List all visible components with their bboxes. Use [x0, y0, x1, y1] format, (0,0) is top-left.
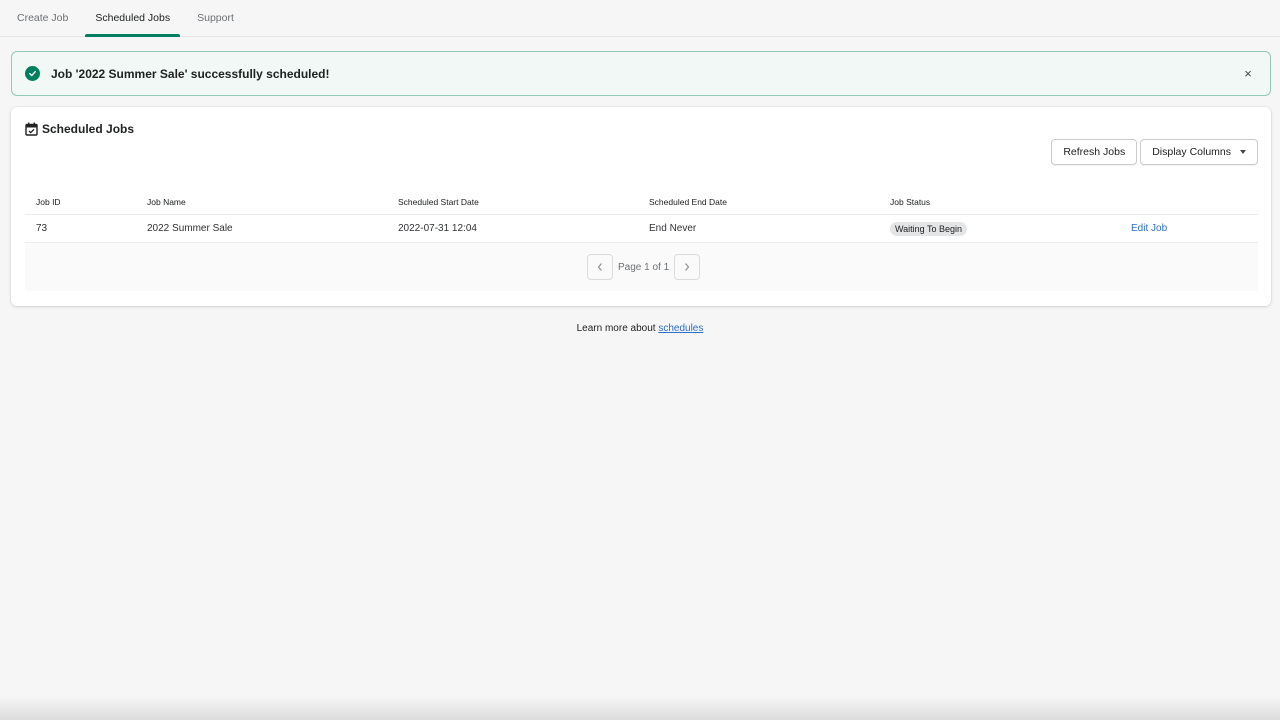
column-header-end-date: Scheduled End Date: [649, 196, 727, 207]
footer-help: Learn more about schedules: [0, 323, 1280, 334]
chevron-left-icon: [597, 263, 602, 271]
close-icon[interactable]: ×: [1240, 65, 1256, 81]
display-columns-button[interactable]: Display Columns: [1140, 139, 1258, 165]
refresh-jobs-button[interactable]: Refresh Jobs: [1051, 139, 1138, 165]
pagination: Page 1 of 1: [587, 254, 701, 280]
table-row: 73 2022 Summer Sale 2022-07-31 12:04 End…: [25, 215, 1258, 243]
cell-end-date: End Never: [649, 223, 697, 234]
card-title-text: Scheduled Jobs: [42, 122, 135, 136]
banner-message: Job '2022 Summer Sale' successfully sche…: [51, 66, 330, 81]
edit-job-link[interactable]: Edit Job: [1131, 223, 1167, 234]
column-header-job-status: Job Status: [890, 196, 931, 207]
tab-support[interactable]: Support: [187, 0, 244, 36]
cell-start-date: 2022-07-31 12:04: [398, 223, 477, 234]
table-header: Job ID Job Name Scheduled Start Date Sch…: [25, 189, 1258, 215]
page-indicator: Page 1 of 1: [618, 261, 670, 273]
next-page-button[interactable]: [674, 254, 701, 280]
calendar-check-icon: [25, 122, 38, 136]
cell-job-name: 2022 Summer Sale: [147, 223, 233, 234]
success-banner: Job '2022 Summer Sale' successfully sche…: [11, 51, 1271, 96]
card-actions: Refresh Jobs Display Columns: [1051, 139, 1258, 165]
tab-scheduled-jobs[interactable]: Scheduled Jobs: [85, 0, 180, 37]
cell-job-id: 73: [36, 223, 48, 234]
previous-page-button[interactable]: [587, 254, 613, 280]
check-circle-icon: [25, 66, 40, 81]
chevron-right-icon: [685, 263, 690, 271]
card-title: Scheduled Jobs: [25, 122, 134, 136]
display-columns-label: Display Columns: [1152, 146, 1231, 158]
tab-bar: Create Job Scheduled Jobs Support: [0, 0, 1280, 37]
footer-text: Learn more about: [576, 323, 659, 334]
scheduled-jobs-card: Scheduled Jobs Refresh Jobs Display Colu…: [11, 107, 1271, 306]
schedules-link[interactable]: schedules: [658, 323, 703, 334]
tab-create-job[interactable]: Create Job: [7, 0, 78, 36]
column-header-job-name: Job Name: [147, 196, 186, 207]
bottom-fade: [0, 696, 1280, 720]
caret-down-icon: [1240, 150, 1246, 154]
column-header-start-date: Scheduled Start Date: [398, 196, 479, 207]
column-header-job-id: Job ID: [36, 196, 61, 207]
status-badge: Waiting To Begin: [890, 221, 968, 236]
jobs-table: Job ID Job Name Scheduled Start Date Sch…: [25, 189, 1258, 243]
pagination-area: Page 1 of 1: [25, 243, 1258, 291]
